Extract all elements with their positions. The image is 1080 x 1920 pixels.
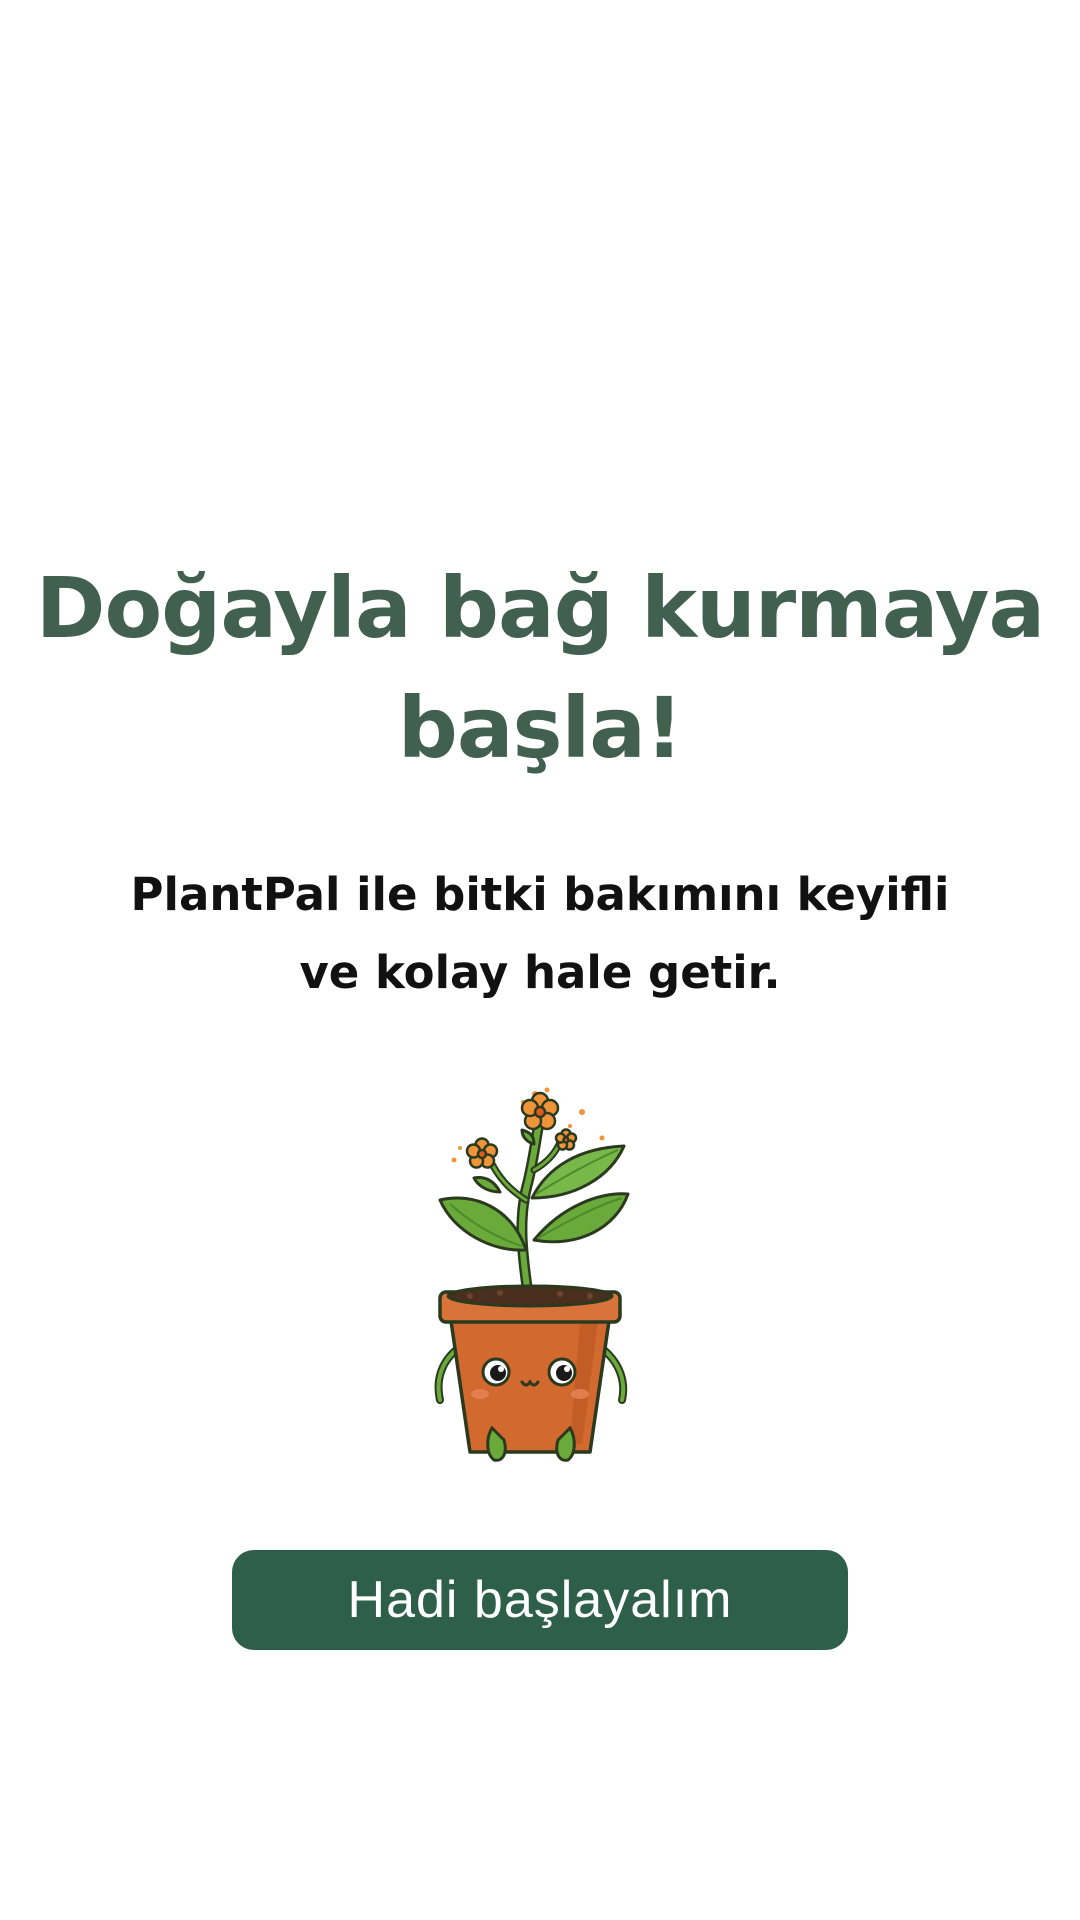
potted-plant-mascot-icon <box>434 1087 630 1462</box>
headline: Doğayla bağ kurmaya başla! <box>20 548 1060 788</box>
subtitle: PlantPal ile bitki bakımını keyifli ve ko… <box>120 856 960 1012</box>
stems <box>484 1112 564 1300</box>
headline-line-1: Doğayla bağ kurmaya <box>35 559 1045 657</box>
onboarding-screen: Doğayla bağ kurmaya başla! PlantPal ile b… <box>0 0 1080 1920</box>
subtitle-line-1: PlantPal ile bitki bakımını keyifli <box>130 868 950 921</box>
get-started-button[interactable]: Hadi başlayalım <box>232 1550 848 1650</box>
headline-line-2: başla! <box>397 679 684 777</box>
subtitle-line-2: ve kolay hale getir. <box>299 946 781 999</box>
